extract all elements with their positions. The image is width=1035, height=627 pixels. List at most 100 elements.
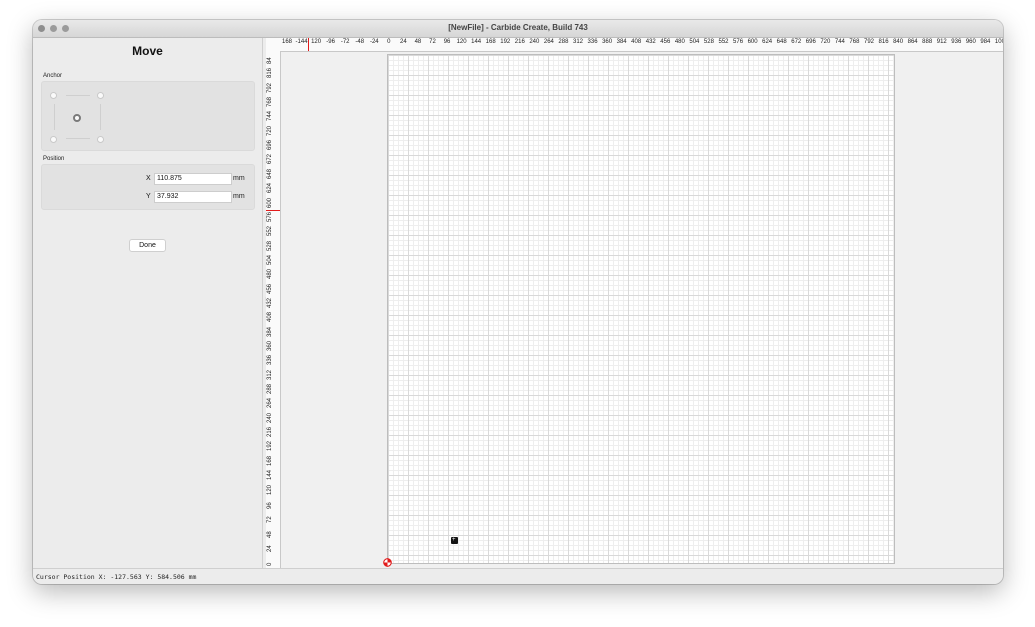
horizontal-ruler: 168 -144 120 -96 -72 -48 -24 0 24 48 72 96 120 144 168… — [280, 38, 1003, 52]
anchor-edge-bottom — [66, 138, 90, 139]
ruler-x-label: 888 — [922, 39, 933, 45]
ruler-x-label: 192 — [500, 39, 511, 45]
ruler-y-label: 144 — [267, 470, 273, 481]
ruler-y-label: 672 — [267, 154, 273, 165]
y-unit: mm — [233, 193, 245, 200]
ruler-y-label: 336 — [267, 355, 273, 366]
ruler-x-label: 168 — [485, 39, 496, 45]
ruler-y-label: 432 — [267, 297, 273, 308]
ruler-y-label: 768 — [267, 97, 273, 108]
window-title: [NewFile] - Carbide Create, Build 743 — [448, 23, 588, 32]
ruler-y-label: 120 — [267, 484, 273, 495]
ruler-x-label: 360 — [602, 39, 613, 45]
ruler-y-label: 216 — [267, 427, 273, 438]
ruler-x-label: 816 — [878, 39, 889, 45]
ruler-cursor-marker-x — [308, 38, 309, 51]
ruler-x-label: 96 — [443, 39, 451, 45]
origin-marker-icon — [383, 558, 392, 567]
ruler-x-label: 456 — [660, 39, 671, 45]
position-box: X 110.875 mm Y 37.932 mm — [41, 164, 255, 210]
ruler-x-label: 408 — [631, 39, 642, 45]
design-canvas[interactable]: 168 -144 120 -96 -72 -48 -24 0 24 48 72 96 120 144 168… — [266, 38, 1003, 568]
ruler-x-label: 672 — [791, 39, 802, 45]
anchor-top-right[interactable] — [97, 92, 104, 99]
done-button[interactable]: Done — [129, 239, 166, 252]
ruler-y-label: 264 — [267, 398, 273, 409]
ruler-x-label: 552 — [718, 39, 729, 45]
selected-object-handle[interactable]: + — [451, 537, 458, 544]
ruler-x-label: 624 — [762, 39, 773, 45]
ruler-x-label: 744 — [834, 39, 845, 45]
ruler-y-label: 24 — [267, 545, 273, 552]
ruler-y-label: 48 — [267, 530, 273, 538]
ruler-x-label: 100 — [994, 39, 1003, 45]
ruler-x-label: 264 — [543, 39, 554, 45]
ruler-x-label: 0 — [387, 39, 391, 45]
ruler-x-label: 480 — [674, 39, 685, 45]
ruler-y-label: 720 — [267, 125, 273, 136]
ruler-x-label: 960 — [965, 39, 976, 45]
ruler-x-label: 24 — [400, 39, 407, 45]
ruler-x-label: 768 — [849, 39, 860, 45]
ruler-y-label: 384 — [267, 326, 273, 337]
ruler-x-label: 648 — [776, 39, 787, 45]
move-panel: Move Anchor Position X 110.875 mm Y 37.9… — [33, 38, 263, 568]
ruler-x-label: 240 — [529, 39, 540, 45]
ruler-y-label: 408 — [267, 312, 273, 323]
ruler-y-label: 744 — [267, 111, 273, 122]
ruler-x-label: 336 — [587, 39, 598, 45]
panel-title: Move — [132, 44, 163, 58]
anchor-center[interactable] — [73, 114, 81, 122]
ruler-y-label: 240 — [267, 412, 273, 423]
ruler-y-label: 624 — [267, 183, 273, 194]
panel-splitter-handle[interactable]: ⋮ — [263, 297, 269, 305]
x-position-input[interactable]: 110.875 — [154, 173, 232, 185]
ruler-x-label: -24 — [369, 39, 379, 45]
ruler-x-label: 528 — [703, 39, 714, 45]
ruler-y-label: 192 — [267, 441, 273, 452]
ruler-y-label: 168 — [267, 455, 273, 466]
ruler-x-label: 120 — [311, 39, 322, 45]
ruler-x-label: 384 — [616, 39, 627, 45]
status-bar: Cursor Position X: -127.563 Y: 584.506 m… — [33, 568, 1003, 584]
ruler-x-label: 48 — [414, 39, 422, 45]
ruler-y-label: 72 — [267, 516, 273, 524]
ruler-y-label: 360 — [267, 340, 273, 351]
anchor-label: Anchor — [43, 73, 63, 79]
anchor-edge-left — [54, 104, 55, 130]
ruler-x-label: 432 — [645, 39, 656, 45]
ruler-y-label: 480 — [267, 269, 273, 280]
ruler-x-label: 312 — [572, 39, 584, 45]
title-bar: [NewFile] - Carbide Create, Build 743 — [33, 20, 1003, 38]
ruler-x-label: 720 — [820, 39, 831, 45]
ruler-y-label: 576 — [267, 211, 273, 222]
anchor-top-left[interactable] — [50, 92, 57, 99]
ruler-y-label: 648 — [267, 168, 273, 179]
ruler-x-label: 120 — [456, 39, 467, 45]
ruler-x-label: 600 — [747, 39, 758, 45]
ruler-x-label: -72 — [340, 39, 350, 45]
ruler-x-label: 504 — [689, 39, 700, 45]
ruler-x-label: 864 — [907, 39, 918, 45]
ruler-x-label: 792 — [863, 39, 875, 45]
anchor-edge-top — [66, 95, 90, 96]
ruler-x-label: 72 — [429, 39, 436, 45]
ruler-y-label: 84 — [267, 57, 273, 64]
ruler-y-label: 288 — [267, 384, 273, 395]
ruler-y-label: 504 — [267, 254, 273, 265]
anchor-box — [41, 81, 255, 151]
ruler-x-label: 936 — [951, 39, 962, 45]
ruler-x-label: -96 — [326, 39, 335, 45]
position-label: Position — [43, 156, 65, 162]
ruler-y-label: 552 — [267, 226, 273, 237]
anchor-bottom-right[interactable] — [97, 136, 104, 143]
ruler-y-label: 456 — [267, 283, 273, 294]
ruler-x-label: -48 — [355, 39, 365, 45]
stock-area-grid[interactable] — [387, 54, 895, 564]
cursor-position-readout: Cursor Position X: -127.563 Y: 584.506 m… — [36, 573, 197, 581]
ruler-cursor-marker-y — [266, 210, 280, 211]
anchor-bottom-left[interactable] — [50, 136, 57, 143]
y-label: Y — [146, 193, 151, 200]
y-position-input[interactable]: 37.932 — [154, 191, 232, 203]
ruler-x-label: 216 — [514, 39, 525, 45]
